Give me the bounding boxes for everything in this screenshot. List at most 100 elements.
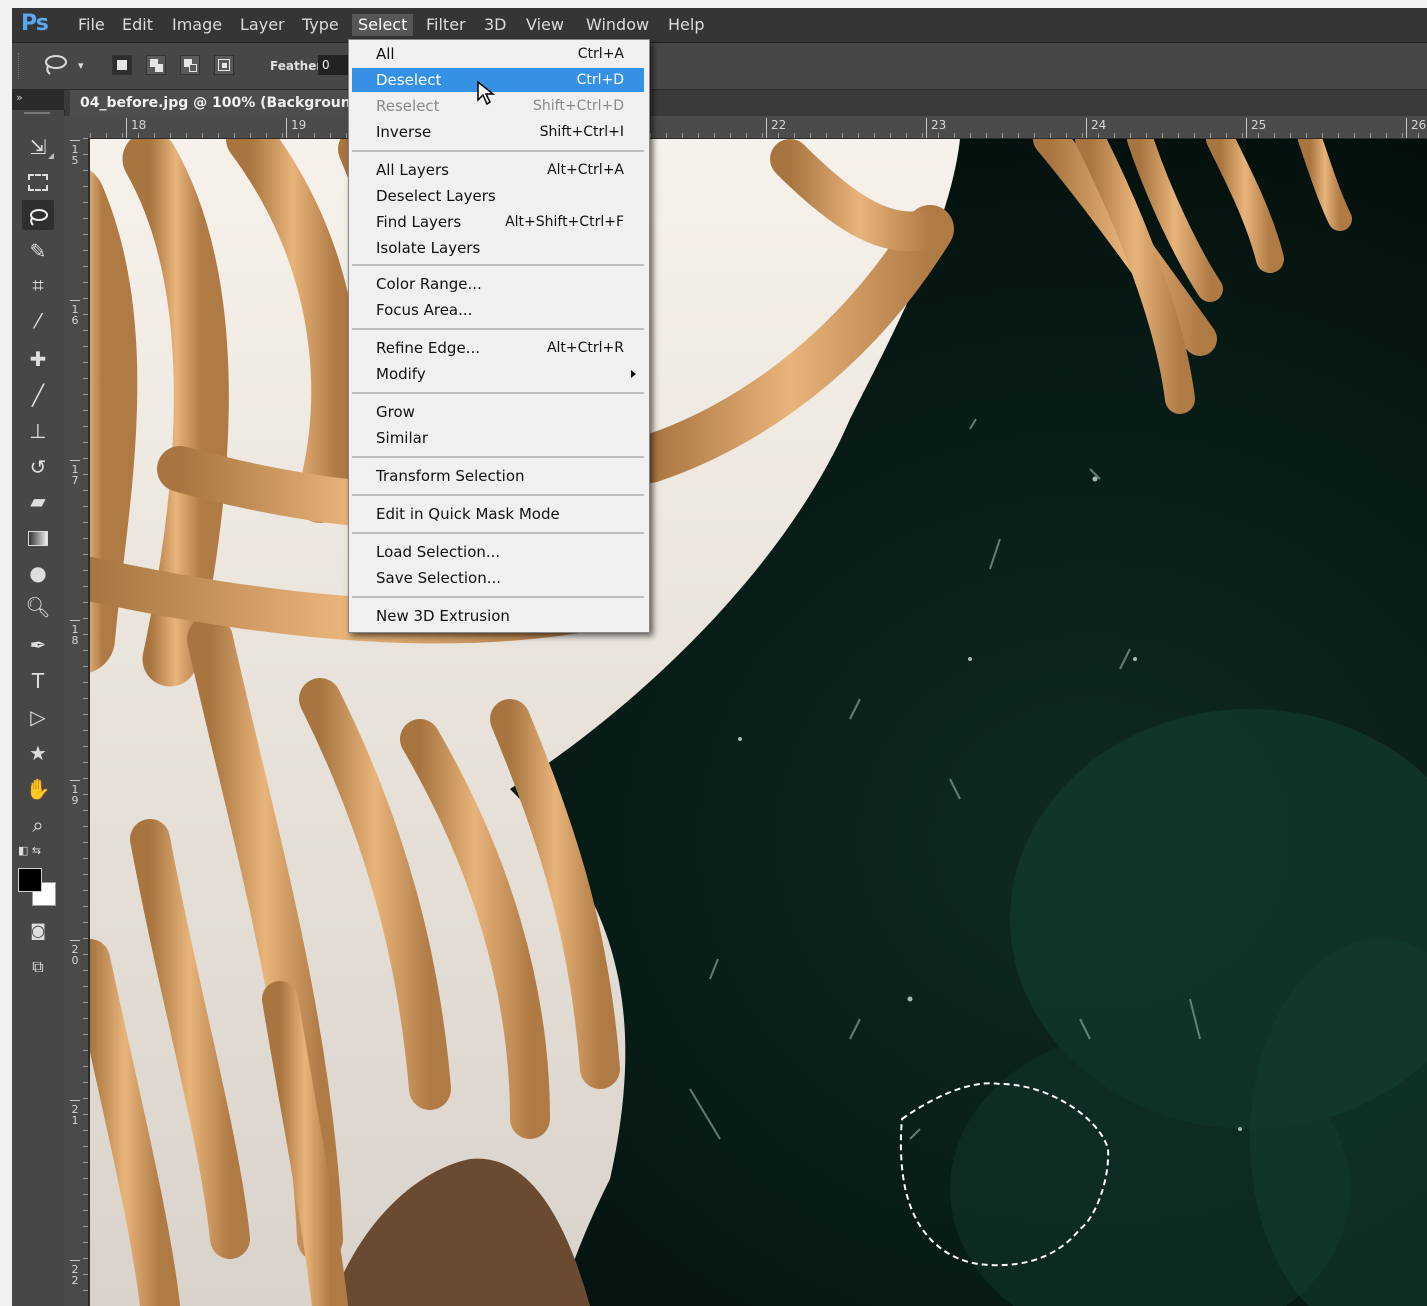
quick-mask-icon[interactable]: ◙ [22, 916, 54, 946]
menu-separator [352, 596, 644, 598]
lasso-preset-icon[interactable] [42, 53, 68, 83]
menu-filter[interactable]: Filter [420, 14, 472, 36]
preset-dropdown-caret-icon[interactable]: ▾ [78, 59, 84, 72]
menu-image[interactable]: Image [166, 14, 228, 36]
ruler-tick-label: 19 [286, 118, 306, 138]
menu-edit[interactable]: Edit [116, 14, 159, 36]
menu-separator [352, 494, 644, 496]
subtract-from-selection-button[interactable] [180, 55, 200, 75]
menu-separator [352, 392, 644, 394]
photo-sea-anemone [90, 139, 1427, 1306]
feather-input[interactable]: 0 [318, 55, 348, 75]
horizontal-ruler: 18 19 22 23 24 25 26 [90, 116, 1427, 139]
screen-mode-icon[interactable]: ⧉ [22, 952, 54, 982]
history-brush-tool-icon[interactable]: ↺ [22, 452, 54, 482]
menu-item-focus-area[interactable]: Focus Area... [352, 298, 644, 322]
ruler-tick-label: 25 [1246, 118, 1266, 138]
type-tool-icon[interactable]: T [22, 666, 54, 696]
menu-separator [352, 456, 644, 458]
menu-item-grow[interactable]: Grow [352, 400, 644, 424]
ruler-tick-label: 17 [70, 460, 80, 486]
ruler-tick-label: 20 [70, 940, 80, 966]
menu-item-all-layers[interactable]: All Layers Alt+Ctrl+A [352, 158, 644, 182]
gradient-tool-icon[interactable] [22, 522, 54, 552]
menu-item-find-layers[interactable]: Find Layers Alt+Shift+Ctrl+F [352, 210, 644, 234]
clone-stamp-tool-icon[interactable]: ⊥ [22, 416, 54, 446]
default-colors-icon[interactable]: ◧ ⇆ [18, 844, 41, 857]
panel-expand-icon[interactable]: » [16, 91, 23, 104]
vertical-ruler: 15 16 17 18 19 20 21 22 [64, 138, 89, 1306]
menu-separator [352, 532, 644, 534]
hand-tool-icon[interactable]: ✋ [22, 774, 54, 804]
ruler-tick-label: 22 [70, 1260, 80, 1286]
menu-item-load-selection[interactable]: Load Selection... [352, 540, 644, 564]
ruler-tick-label: 16 [70, 300, 80, 326]
options-bar-grip[interactable] [18, 53, 22, 79]
zoom-tool-icon[interactable]: ⌕ [22, 810, 54, 840]
ruler-tick-label: 18 [70, 620, 80, 646]
ruler-tick-label: 15 [70, 140, 80, 166]
move-tool-icon[interactable]: ⇲ ◢ [22, 132, 54, 162]
dodge-tool-icon[interactable]: 🔍︎ [22, 592, 54, 622]
menu-help[interactable]: Help [662, 14, 710, 36]
menu-item-isolate-layers[interactable]: Isolate Layers [352, 236, 644, 260]
foreground-color-swatch[interactable] [18, 868, 42, 892]
menu-item-transform-selection[interactable]: Transform Selection [352, 464, 644, 488]
tools-panel-grip[interactable] [24, 112, 50, 114]
photoshop-logo[interactable]: Ps [21, 11, 49, 36]
photoshop-window: Ps File Edit Image Layer Type Select Fil… [0, 0, 1427, 1306]
crop-tool-icon[interactable]: ⌗ [22, 270, 54, 300]
menu-item-inverse[interactable]: Inverse Shift+Ctrl+I [352, 120, 644, 144]
menu-item-reselect[interactable]: Reselect Shift+Ctrl+D [352, 94, 644, 118]
lasso-tool-icon[interactable] [22, 200, 54, 230]
eyedropper-tool-icon[interactable]: ⁄ [22, 306, 54, 336]
menu-item-new-3d-extrusion[interactable]: New 3D Extrusion [352, 604, 644, 628]
menu-3d[interactable]: 3D [478, 14, 513, 36]
menu-item-color-range[interactable]: Color Range... [352, 272, 644, 296]
healing-brush-tool-icon[interactable]: ✚ [22, 344, 54, 374]
ruler-tick-label: 19 [70, 780, 80, 806]
tools-panel: ⇲ ◢ ✎ ⌗ ⁄ ✚ ╱ ⊥ ↺ ▰ ● 🔍︎ ✒ T ▷ ★ ✋ ⌕ ◧ ⇆ … [12, 110, 65, 1306]
options-bar: ▾ Feather: 0 [12, 43, 1427, 90]
menu-item-refine-edge[interactable]: Refine Edge... Alt+Ctrl+R [352, 336, 644, 360]
submenu-arrow-icon [631, 370, 636, 378]
menu-view[interactable]: View [520, 14, 570, 36]
quick-selection-tool-icon[interactable]: ✎ [22, 236, 54, 266]
ruler-origin[interactable] [64, 116, 91, 139]
menu-item-similar[interactable]: Similar [352, 426, 644, 450]
eraser-tool-icon[interactable]: ▰ [22, 486, 54, 516]
ruler-tick-label: 23 [926, 118, 946, 138]
menu-bar: Ps File Edit Image Layer Type Select Fil… [12, 8, 1427, 43]
ruler-tick-label: 18 [126, 118, 146, 138]
menu-select[interactable]: Select [352, 14, 414, 36]
menu-item-modify[interactable]: Modify [352, 362, 644, 386]
document-canvas[interactable] [90, 139, 1427, 1306]
menu-type[interactable]: Type [296, 14, 345, 36]
ruler-tick-label: 26 [1406, 118, 1426, 138]
intersect-selection-button[interactable] [214, 55, 234, 75]
window-left-edge [0, 0, 12, 1306]
window-top-edge [0, 0, 1427, 8]
document-tab-bar: 04_before.jpg @ 100% (Background co [64, 90, 1427, 116]
menu-item-deselect[interactable]: Deselect Ctrl+D [352, 68, 644, 92]
path-selection-tool-icon[interactable]: ▷ [22, 702, 54, 732]
menu-file[interactable]: File [72, 14, 111, 36]
new-selection-button[interactable] [112, 55, 132, 75]
menu-item-all[interactable]: All Ctrl+A [352, 42, 644, 66]
menu-separator [352, 328, 644, 330]
menu-item-quick-mask[interactable]: Edit in Quick Mask Mode [352, 502, 644, 526]
marquee-tool-icon[interactable] [22, 166, 54, 196]
menu-window[interactable]: Window [580, 14, 655, 36]
ruler-tick-label: 21 [70, 1100, 80, 1126]
menu-layer[interactable]: Layer [234, 14, 291, 36]
pen-tool-icon[interactable]: ✒ [22, 630, 54, 660]
menu-separator [352, 264, 644, 266]
menu-item-save-selection[interactable]: Save Selection... [352, 566, 644, 590]
select-menu-dropdown: All Ctrl+A Deselect Ctrl+D Reselect Shift+C… [348, 39, 650, 633]
mouse-pointer-icon [476, 80, 496, 110]
add-to-selection-button[interactable] [146, 55, 166, 75]
shape-tool-icon[interactable]: ★ [22, 738, 54, 768]
blur-tool-icon[interactable]: ● [22, 558, 54, 588]
brush-tool-icon[interactable]: ╱ [22, 380, 54, 410]
menu-item-deselect-layers[interactable]: Deselect Layers [352, 184, 644, 208]
